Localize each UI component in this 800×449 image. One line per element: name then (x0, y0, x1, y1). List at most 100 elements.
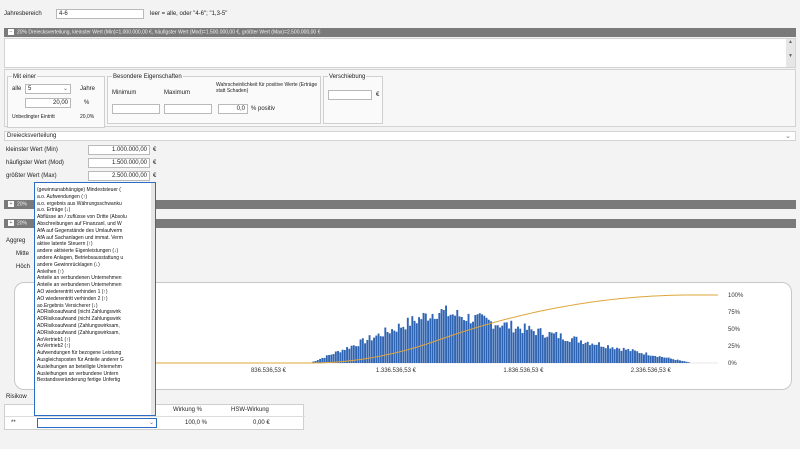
dropdown-item[interactable]: Bestandsveränderung fertige Unfertig (35, 377, 153, 384)
dropdown-item[interactable]: Anteile an verbundenen Unternehmen (35, 282, 153, 289)
dropdown-item[interactable]: AoVertrieb2 (↑) (35, 343, 153, 350)
histogram-bar (537, 328, 540, 363)
dropdown-item[interactable]: Aufwendungen für bezogene Leistung (35, 350, 153, 357)
x-tick-label: 1.336.536,53 € (376, 368, 417, 374)
dropdown-item[interactable]: (gewinnunabhängige) Mindeststeuer ( (35, 187, 153, 194)
dropdown-item[interactable]: AO wiederentritt verhinden 2 (↑) (35, 296, 153, 303)
dropdown-scrollbar[interactable] (151, 183, 155, 415)
histogram-bar (681, 360, 684, 363)
histogram-bar (438, 312, 441, 363)
position-dropdown-list[interactable]: (gewinnunabhängige) Mindeststeuer (a.o. … (34, 182, 156, 416)
histogram-bar (564, 341, 567, 363)
dropdown-item[interactable]: Anteile an verbundenen Unternehmen (35, 275, 153, 282)
dropdown-item[interactable]: Ausgleichsposten für Anteile anderer G (35, 357, 153, 364)
expand-icon[interactable]: + (8, 220, 14, 226)
row-wirkung[interactable]: 100,0 % (185, 420, 207, 426)
histogram-bar (445, 305, 447, 363)
x-tick-label: 1.836.536,53 € (503, 368, 544, 374)
histogram-bar (404, 329, 407, 363)
histogram-bar (440, 309, 443, 363)
dropdown-item[interactable]: ADRisikoaufwand (Zahlungswirksam, (35, 323, 153, 330)
distribution-select-value: Dreiecksverteilung (7, 133, 57, 139)
histogram-bar (384, 327, 387, 363)
dropdown-item[interactable]: a.o. Erträge (↓) (35, 207, 153, 214)
histogram-bar (510, 320, 513, 363)
positive-probability-unit: % positiv (251, 106, 276, 112)
histogram-bar (613, 349, 616, 363)
distribution-select[interactable]: Dreiecksverteilung ⌄ (4, 131, 796, 141)
dropdown-item[interactable]: andere Gewinnrücklagen (↓) (35, 262, 153, 269)
dropdown-item[interactable]: Ausleihungen an verbundene Untern (35, 371, 153, 378)
histogram-bar (429, 318, 432, 363)
histogram-bar (391, 329, 393, 363)
percent-input[interactable]: 20,00 (25, 98, 71, 108)
histogram-bar (397, 323, 400, 363)
dropdown-item[interactable]: Ausleihungen an beteiligte Unternehm (35, 364, 153, 371)
scroll-down-icon[interactable]: ▼ (786, 53, 795, 59)
minimum-input[interactable] (112, 104, 160, 114)
dropdown-item[interactable]: Abflüsse an / zuflüsse von Dritte (Absol… (35, 214, 153, 221)
histogram-bar (325, 355, 328, 363)
histogram-bar (447, 316, 450, 363)
dropdown-item[interactable]: a.o. Aufwendungen (↑) (35, 194, 153, 201)
dropdown-item[interactable]: ADRisikoaufwand (nicht Zahlungswirk (35, 316, 153, 323)
histogram-bar (548, 332, 551, 363)
histogram-bar (568, 341, 571, 363)
dropdown-item[interactable]: AfA auf Sachanlagen und immat. Verm (35, 235, 153, 242)
histogram-bar (431, 313, 434, 363)
histogram-bar (620, 350, 623, 363)
histogram-bar (357, 346, 360, 363)
histogram-bar (638, 353, 641, 363)
maximum-input[interactable] (164, 104, 212, 114)
dropdown-item[interactable]: AoVertrieb1 (↑) (35, 337, 153, 344)
shift-input[interactable] (328, 90, 372, 100)
histogram-bar (580, 340, 582, 363)
row-divider (5, 416, 305, 417)
histogram-bar (622, 347, 625, 363)
positive-probability-input[interactable]: 0,0 (218, 104, 248, 114)
histogram-bar (526, 329, 528, 363)
histogram-bar (418, 317, 420, 363)
histogram-bar (368, 335, 371, 363)
histogram-bar (487, 319, 490, 363)
min-value-input[interactable]: 1.000.000,00 (88, 145, 150, 155)
histogram-bar (584, 342, 587, 363)
shift-group: Verschiebung € (323, 74, 383, 124)
every-years-select[interactable]: 5 ⌄ (25, 84, 71, 94)
year-range-input[interactable]: 4-6 (56, 9, 144, 19)
histogram-bar (505, 322, 508, 363)
dropdown-item[interactable]: aktive latente Steuern (↑) (35, 241, 153, 248)
histogram-bar (688, 362, 690, 363)
dropdown-item[interactable]: AfA auf Gegenstände des Umlaufverm (35, 228, 153, 235)
dropdown-item[interactable]: andere aktivierte Eigenleistungen (↓) (35, 248, 153, 255)
x-tick-label: 2.336.536,53 € (631, 368, 672, 374)
histogram-bar (685, 361, 688, 363)
histogram-bar (676, 359, 679, 363)
dropdown-item[interactable]: a.o. ergebnis aus Währungsschwanku (35, 201, 153, 208)
histogram-bar (379, 336, 382, 363)
mod-value-input[interactable]: 1.500.000,00 (88, 158, 150, 168)
description-scrollbar[interactable]: ▲ ▼ (786, 39, 795, 67)
collapse-icon[interactable]: − (8, 29, 14, 35)
histogram-bar (460, 317, 463, 363)
expand-icon[interactable]: + (8, 201, 14, 207)
description-textarea[interactable]: ▲ ▼ (4, 38, 796, 68)
histogram-bar (627, 348, 630, 363)
dropdown-item[interactable]: andere Anlagen, Betriebsausstattung u (35, 255, 153, 262)
histogram-bar (546, 336, 549, 363)
dropdown-item[interactable]: ao.Ergebnis Versicherer (↓) (35, 303, 153, 310)
dropdown-item[interactable]: ADRisikoaufwand (nicht Zahlungswirk (35, 309, 153, 316)
dropdown-item[interactable]: Anleihen (↑) (35, 269, 153, 276)
dropdown-item[interactable]: AO wiederentritt verhinden 1 (↑) (35, 289, 153, 296)
effect-position-select[interactable]: ⌄ (37, 418, 157, 428)
risk-section-header[interactable]: −20% Dreiecksverteilung, kleinster Wert … (4, 28, 796, 37)
max-value-input[interactable]: 2.500.000,00 (88, 171, 150, 181)
shift-unit: € (376, 92, 380, 98)
hoch-label: Höch (16, 264, 31, 270)
histogram-bar (332, 354, 335, 363)
scroll-up-icon[interactable]: ▲ (786, 39, 795, 45)
dropdown-item[interactable]: Abschreibungen auf Finanzanl. und W (35, 221, 153, 228)
histogram-bar (458, 316, 461, 363)
unconditional-label: Unbedingter Eintritt (12, 114, 55, 120)
dropdown-item[interactable]: ADRisikoaufwand (Zahlungswirksam, (35, 330, 153, 337)
